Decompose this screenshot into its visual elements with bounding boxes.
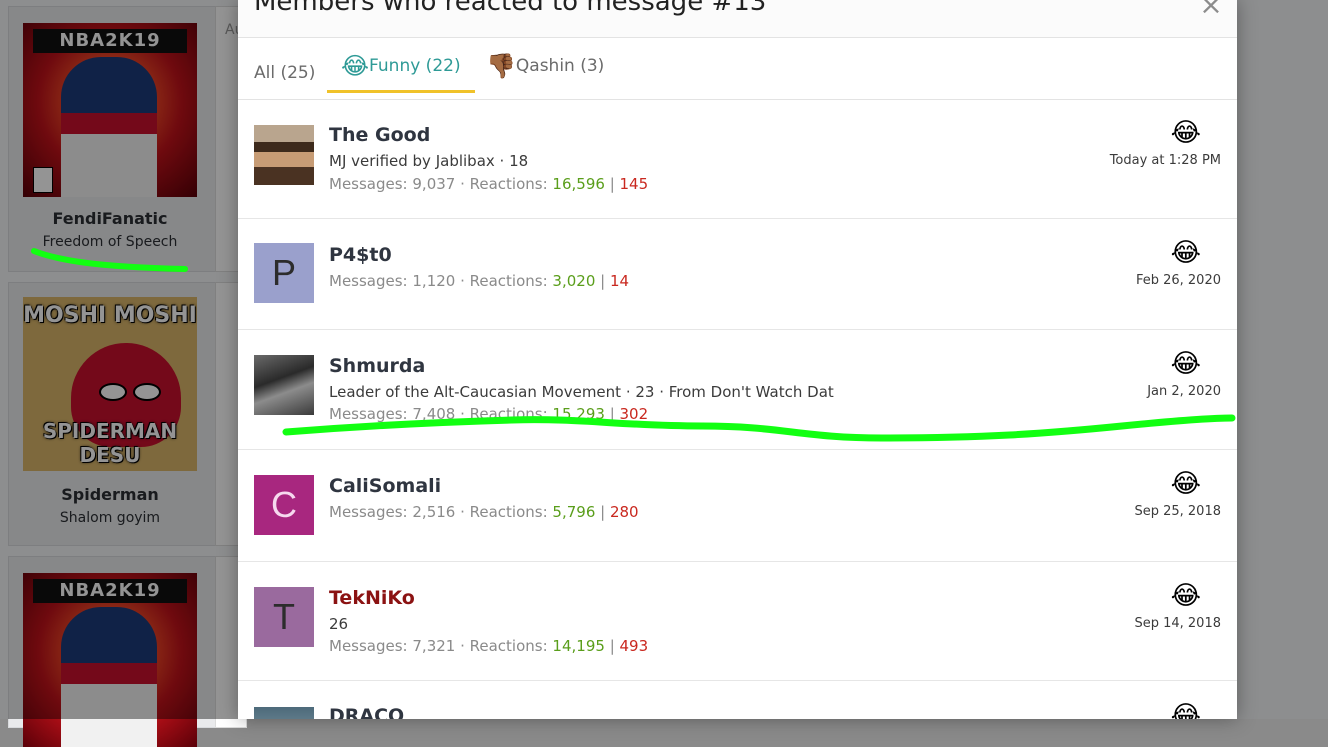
user-avatar[interactable]: P — [254, 243, 314, 303]
tab-funny[interactable]: 😂Funny (22) — [327, 38, 475, 93]
tab-label: All (25) — [254, 63, 316, 83]
member-subtitle: 26 — [329, 615, 349, 633]
list-item: The Good MJ verified by Jablibax · 18 Me… — [238, 100, 1237, 219]
member-name[interactable]: CaliSomali — [329, 475, 441, 497]
reaction-date: Today at 1:28 PM — [1109, 153, 1221, 168]
tab-label: Qashin (3) — [515, 56, 605, 76]
member-subtitle: MJ verified by Jablibax · 18 — [329, 152, 529, 170]
laughing-emoji-icon: 😂 — [1170, 238, 1201, 268]
user-avatar[interactable]: C — [254, 475, 314, 535]
laughing-emoji-icon: 😂 — [1170, 701, 1201, 719]
tab-all[interactable]: All (25) — [254, 38, 315, 93]
laughing-emoji-icon: 😂 — [1170, 469, 1201, 499]
modal-header: Members who reacted to message #13 × — [238, 0, 1237, 38]
close-icon[interactable]: × — [1198, 0, 1224, 19]
user-avatar[interactable] — [254, 707, 314, 719]
laughing-emoji-icon: 😂 — [1170, 118, 1201, 148]
reactions-modal: Members who reacted to message #13 × All… — [238, 0, 1237, 719]
laughing-emoji-icon: 😂 — [1170, 349, 1201, 379]
laughing-emoji-icon: 😂 — [1170, 581, 1201, 611]
member-stats: Messages: 7,321 · Reactions: 14,195 | 49… — [329, 637, 649, 655]
modal-title: Members who reacted to message #13 — [254, 0, 767, 17]
reaction-date: Feb 26, 2020 — [1135, 273, 1221, 288]
member-name[interactable]: The Good — [329, 124, 430, 146]
member-stats: Messages: 7,408 · Reactions: 15,293 | 30… — [329, 405, 649, 423]
member-name[interactable]: DRACO — [329, 705, 404, 719]
user-avatar[interactable] — [254, 125, 314, 185]
thumbs-down-icon: 👎🏾 — [486, 52, 516, 80]
list-item: Shmurda Leader of the Alt-Caucasian Move… — [238, 330, 1237, 450]
reaction-date: Jan 2, 2020 — [1147, 384, 1221, 399]
reaction-date: Sep 25, 2018 — [1134, 504, 1221, 519]
reaction-date: Sep 14, 2018 — [1134, 616, 1221, 631]
member-name[interactable]: P4$t0 — [329, 244, 392, 266]
list-item: C CaliSomali Messages: 2,516 · Reactions… — [238, 450, 1237, 562]
tab-qashin[interactable]: 👎🏾Qashin (3) — [486, 38, 604, 93]
list-item: T TekNiKo 26 Messages: 7,321 · Reactions… — [238, 562, 1237, 681]
list-item: P P4$t0 Messages: 1,120 · Reactions: 3,0… — [238, 219, 1237, 330]
laughing-emoji-icon: 😂 — [341, 52, 370, 80]
member-stats: Messages: 1,120 · Reactions: 3,020 | 14 — [329, 272, 630, 290]
member-stats: Messages: 2,516 · Reactions: 5,796 | 280 — [329, 503, 639, 521]
tab-label: Funny (22) — [369, 56, 461, 76]
list-item: DRACO 😂 — [238, 681, 1237, 719]
member-name[interactable]: Shmurda — [329, 355, 425, 377]
member-stats: Messages: 9,037 · Reactions: 16,596 | 14… — [329, 175, 649, 193]
member-name[interactable]: TekNiKo — [329, 587, 415, 609]
reaction-tabs: All (25) 😂Funny (22) 👎🏾Qashin (3) — [238, 38, 1237, 100]
user-avatar[interactable]: T — [254, 587, 314, 647]
member-subtitle: Leader of the Alt-Caucasian Movement · 2… — [329, 383, 834, 401]
user-avatar[interactable] — [254, 355, 314, 415]
